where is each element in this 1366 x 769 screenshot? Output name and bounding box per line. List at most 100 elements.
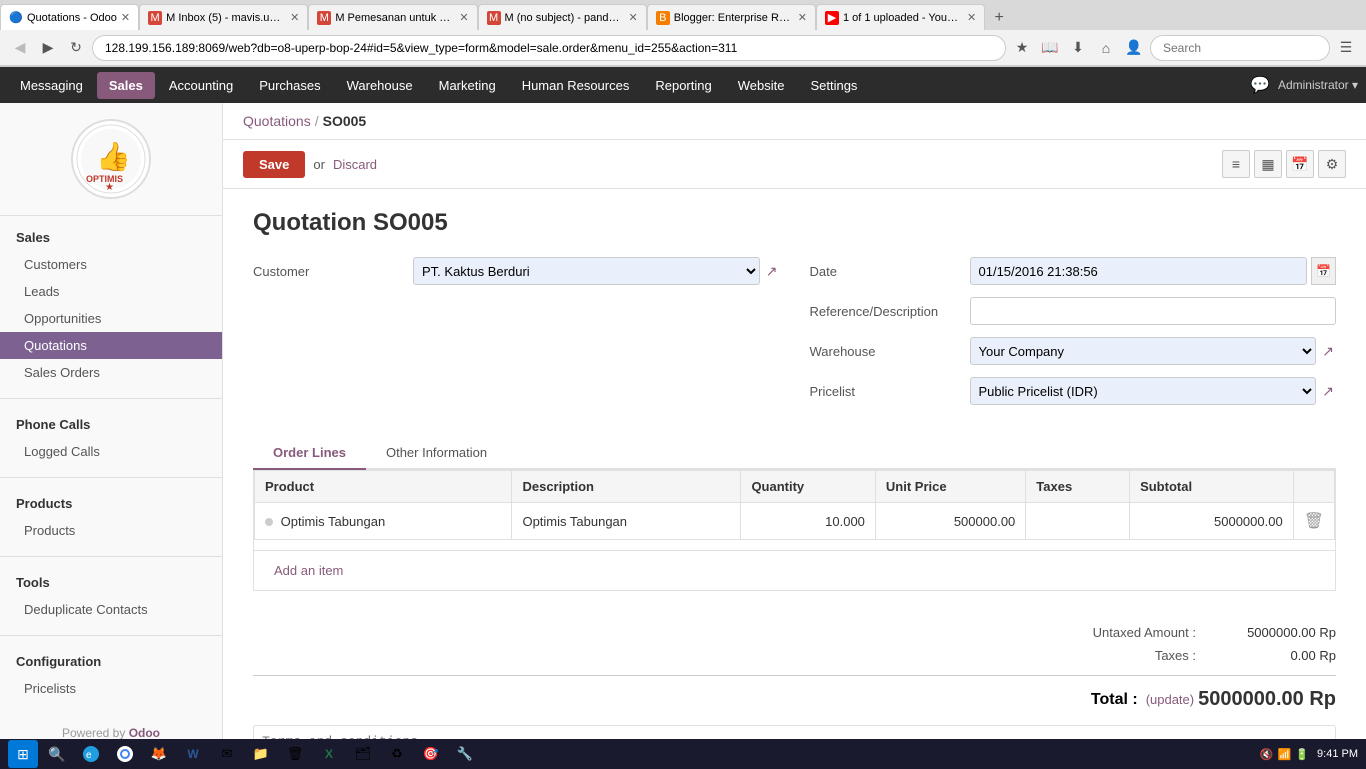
tab-favicon-gmail: M	[148, 11, 162, 25]
taskbar-app1[interactable]: 🎯	[416, 740, 446, 768]
total-update-link[interactable]: (update)	[1146, 692, 1194, 707]
menu-button[interactable]: ☰	[1334, 36, 1358, 60]
nav-website[interactable]: Website	[726, 72, 797, 99]
tab-other-information[interactable]: Other Information	[366, 437, 507, 470]
nav-marketing[interactable]: Marketing	[427, 72, 508, 99]
customer-select[interactable]: PT. Kaktus Berduri	[413, 257, 760, 285]
sidebar-item-leads[interactable]: Leads	[0, 278, 222, 305]
nav-settings[interactable]: Settings	[798, 72, 869, 99]
address-bar[interactable]	[92, 35, 1006, 61]
tab-gmail-3[interactable]: M M (no subject) - panduhu... ✕	[478, 4, 647, 30]
sidebar-item-pricelists[interactable]: Pricelists	[0, 675, 222, 702]
sidebar-item-customers[interactable]: Customers	[0, 251, 222, 278]
tab-blogger[interactable]: B Blogger: Enterprise Res... ✕	[647, 4, 816, 30]
nav-messaging[interactable]: Messaging	[8, 72, 95, 99]
start-button[interactable]: ⊞	[8, 740, 38, 768]
discard-button[interactable]: Discard	[333, 157, 377, 172]
tab-close-gmail[interactable]: ✕	[290, 11, 299, 24]
tab-gmail-2[interactable]: M M Pemesanan untuk buka-... ✕	[308, 4, 477, 30]
save-button[interactable]: Save	[243, 151, 305, 178]
warehouse-external-link[interactable]: ↗	[1320, 341, 1336, 362]
bookmark-button[interactable]: ★	[1010, 36, 1034, 60]
list-view-button[interactable]: ≡	[1222, 150, 1250, 178]
tab-close-gmail2[interactable]: ✕	[459, 11, 468, 24]
sidebar-item-quotations[interactable]: Quotations	[0, 332, 222, 359]
sidebar-item-sales-orders[interactable]: Sales Orders	[0, 359, 222, 386]
form-right-column: Date 📅 Reference/Description Warehouse	[810, 257, 1337, 417]
new-tab-button[interactable]: +	[987, 6, 1011, 30]
graph-view-button[interactable]: ⚙	[1318, 150, 1346, 178]
tab-favicon-blogger: B	[656, 11, 670, 25]
tab-close-blogger[interactable]: ✕	[798, 11, 807, 24]
nav-accounting[interactable]: Accounting	[157, 72, 245, 99]
taskbar-trash[interactable]: 🗑	[280, 740, 310, 768]
form-view-button[interactable]: ▦	[1254, 150, 1282, 178]
taskbar-ie[interactable]: e	[76, 740, 106, 768]
reader-button[interactable]: 📖	[1038, 36, 1062, 60]
tab-gmail-inbox[interactable]: M M Inbox (5) - mavis.uperp... ✕	[139, 4, 308, 30]
forward-button[interactable]: ▶	[36, 36, 60, 60]
user-menu[interactable]: Administrator ▾	[1278, 78, 1358, 92]
date-calendar-button[interactable]: 📅	[1311, 257, 1336, 285]
customer-external-link[interactable]: ↗	[764, 261, 780, 282]
sidebar-item-opportunities[interactable]: Opportunities	[0, 305, 222, 332]
form-container: Quotation SO005 Customer PT. Kaktus Berd…	[223, 189, 1366, 739]
sidebar-footer: Powered by Odoo	[0, 710, 222, 739]
pricelist-label: Pricelist	[810, 384, 970, 399]
download-button[interactable]: ⬇	[1066, 36, 1090, 60]
delete-row-button[interactable]: 🗑	[1304, 511, 1324, 531]
form-left-column: Customer PT. Kaktus Berduri ↗	[253, 257, 780, 417]
taskbar-excel[interactable]: X	[314, 740, 344, 768]
back-button[interactable]: ◀	[8, 36, 32, 60]
nav-hr[interactable]: Human Resources	[510, 72, 642, 99]
col-quantity: Quantity	[741, 471, 875, 503]
battery-icon[interactable]: 🔋	[1295, 748, 1309, 761]
chat-icon[interactable]: 💬	[1250, 75, 1270, 95]
form-fields: Customer PT. Kaktus Berduri ↗ Date	[253, 257, 1336, 417]
tab-close-gmail3[interactable]: ✕	[629, 11, 638, 24]
warehouse-select[interactable]: Your Company	[970, 337, 1317, 365]
nav-reporting[interactable]: Reporting	[643, 72, 723, 99]
taskbar-word[interactable]: W	[178, 740, 208, 768]
tab-favicon: 🔵	[9, 11, 23, 25]
taskbar-search[interactable]: 🔍	[42, 740, 72, 768]
sidebar-item-products[interactable]: Products	[0, 517, 222, 544]
home-button[interactable]: ⌂	[1094, 36, 1118, 60]
sidebar-item-deduplicate[interactable]: Deduplicate Contacts	[0, 596, 222, 623]
tab-close-youtube[interactable]: ✕	[967, 11, 976, 24]
nav-sales[interactable]: Sales	[97, 72, 155, 99]
taskbar-recycle[interactable]: ♻	[382, 740, 412, 768]
sidebar-item-logged-calls[interactable]: Logged Calls	[0, 438, 222, 465]
tab-youtube[interactable]: ▶ 1 of 1 uploaded - YouTu... ✕	[816, 4, 985, 30]
taskbar-mail[interactable]: ✉	[212, 740, 242, 768]
taskbar-chrome[interactable]	[110, 740, 140, 768]
pricelist-external-link[interactable]: ↗	[1320, 381, 1336, 402]
tab-title-gmail: M Inbox (5) - mavis.uperp...	[166, 12, 286, 24]
calendar-view-button[interactable]: 📅	[1286, 150, 1314, 178]
taskbar-mozilla[interactable]: 🦊	[144, 740, 174, 768]
sidebar-section-configuration: Configuration Pricelists	[0, 640, 222, 710]
taskbar-app2[interactable]: 🔧	[450, 740, 480, 768]
network-icon[interactable]: 📶	[1278, 748, 1292, 761]
browser-search-input[interactable]	[1150, 35, 1330, 61]
reload-button[interactable]: ↻	[64, 36, 88, 60]
taskbar-file-mgr[interactable]: 🗂	[348, 740, 378, 768]
order-table: Product Description Quantity Unit Price …	[254, 470, 1335, 540]
sidebar-section-title-sales: Sales	[0, 224, 222, 251]
table-row: Optimis Tabungan Optimis Tabungan 10.000…	[255, 503, 1335, 540]
tab-close-button[interactable]: ✕	[121, 11, 130, 24]
pricelist-select[interactable]: Public Pricelist (IDR)	[970, 377, 1317, 405]
taskbar-folder[interactable]: 📁	[246, 740, 276, 768]
terms-textarea[interactable]	[253, 725, 1336, 739]
tab-quotations-odoo[interactable]: 🔵 Quotations - Odoo ✕	[0, 4, 139, 30]
tab-order-lines[interactable]: Order Lines	[253, 437, 366, 470]
nav-warehouse[interactable]: Warehouse	[335, 72, 425, 99]
reference-input[interactable]	[970, 297, 1337, 325]
profile-button[interactable]: 👤	[1122, 36, 1146, 60]
breadcrumb-parent[interactable]: Quotations	[243, 113, 311, 129]
nav-purchases[interactable]: Purchases	[247, 72, 332, 99]
volume-icon[interactable]: 🔇	[1260, 748, 1274, 761]
add-item-link[interactable]: Add an item	[264, 557, 353, 584]
cell-unit-price: 500000.00	[875, 503, 1025, 540]
date-input[interactable]	[970, 257, 1308, 285]
